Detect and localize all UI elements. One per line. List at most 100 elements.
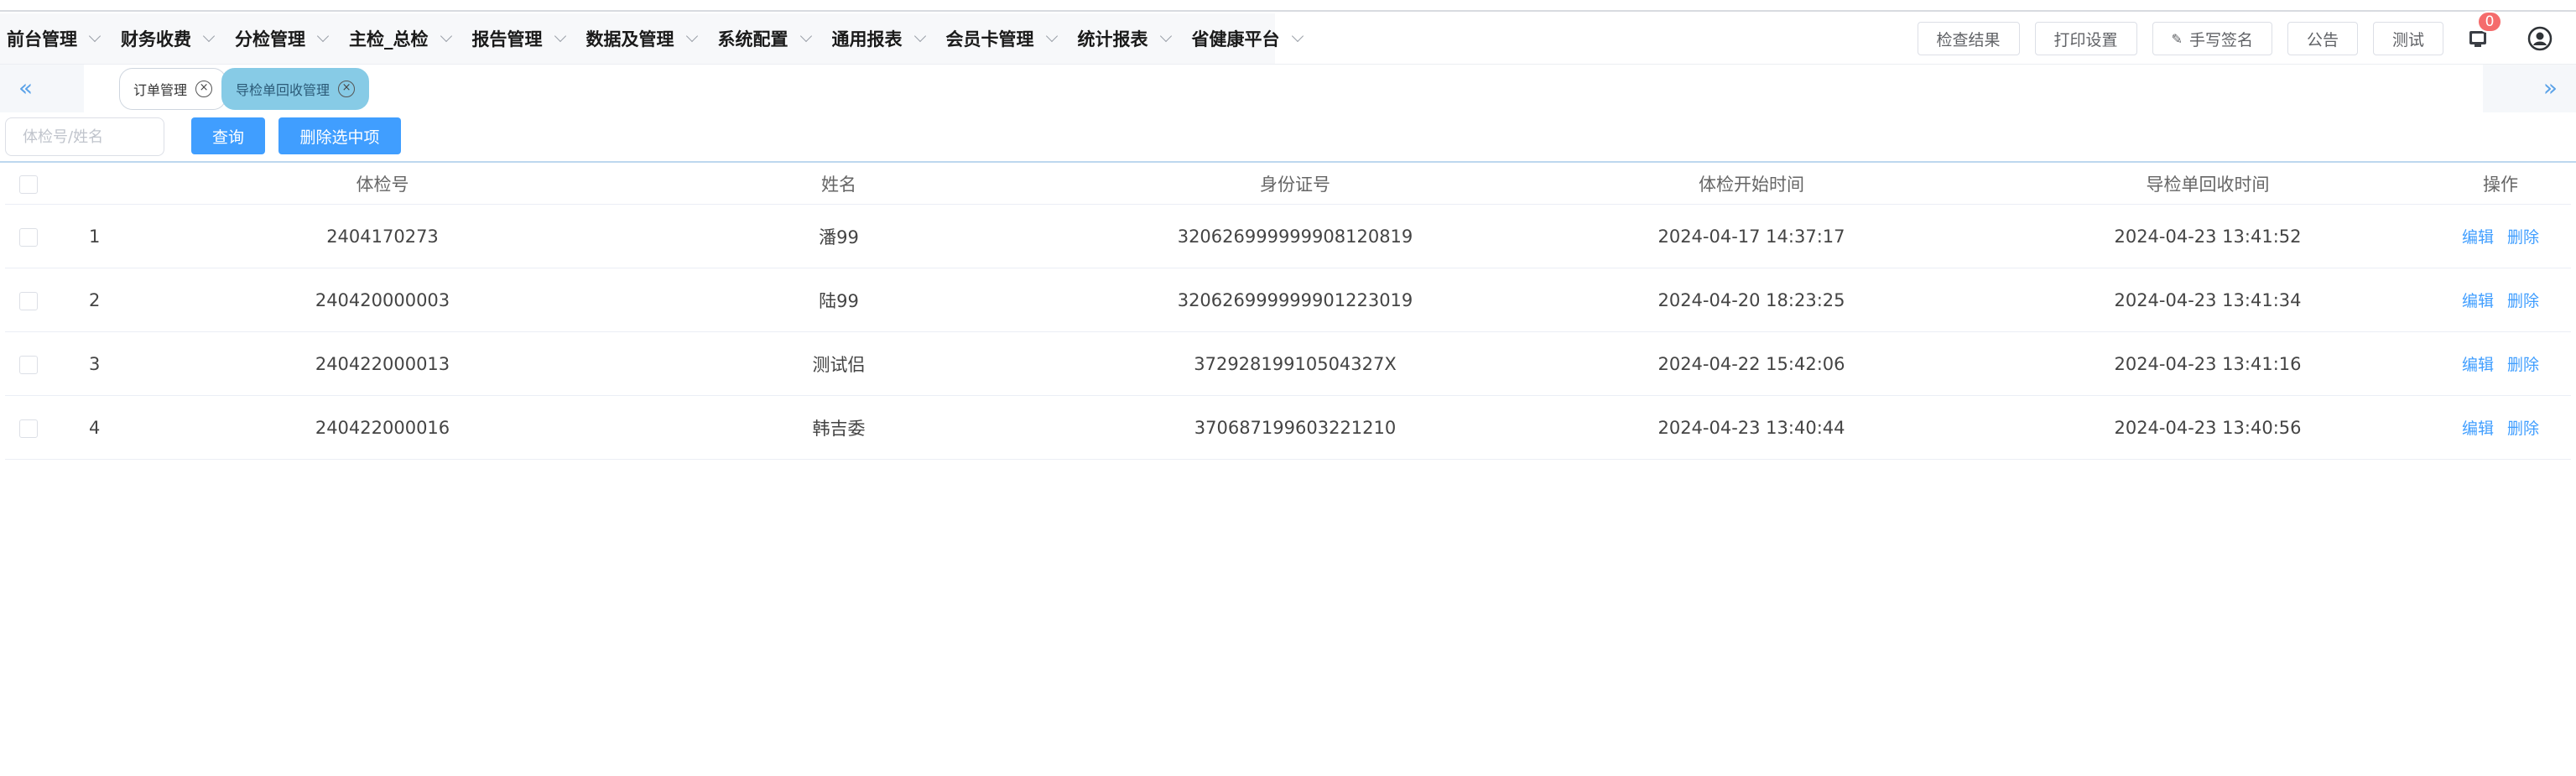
menu-item-finance[interactable]: 财务收费 <box>121 26 216 51</box>
row-checkbox[interactable] <box>18 227 39 247</box>
row-operations: 编辑 删除 <box>2446 225 2555 247</box>
row-checkbox[interactable] <box>18 354 39 374</box>
tabs-scroll-right-icon[interactable]: » <box>2543 76 2558 100</box>
row-operations: 编辑 删除 <box>2446 416 2555 439</box>
chevron-down-icon <box>1291 29 1304 43</box>
menu-item-provincial-platform[interactable]: 省健康平台 <box>1191 26 1304 51</box>
exam-start-time: 2024-04-22 15:42:06 <box>1657 353 1845 374</box>
menu-item-label: 系统配置 <box>717 29 788 49</box>
menu-item-label: 省健康平台 <box>1191 29 1280 49</box>
chevron-down-icon <box>202 29 216 43</box>
row-index: 1 <box>89 226 101 247</box>
column-header-operations: 操作 <box>2483 174 2518 195</box>
search-input[interactable] <box>5 117 164 156</box>
delete-link[interactable]: 删除 <box>2507 356 2539 374</box>
notification-badge: 0 <box>2477 11 2502 33</box>
menu-item-label: 会员卡管理 <box>945 29 1034 49</box>
chevron-down-icon <box>88 29 101 43</box>
table-row: 1 2404170273 潘99 320626999999908120819 2… <box>5 205 2571 268</box>
select-all-checkbox[interactable] <box>18 174 39 194</box>
table-row: 4 240422000016 韩吉委 370687199603221210 20… <box>5 396 2571 460</box>
chevron-down-icon <box>1045 29 1058 43</box>
patient-name: 陆99 <box>819 290 859 311</box>
exam-no: 2404170273 <box>326 226 439 247</box>
exam-no: 240420000003 <box>315 289 450 310</box>
test-button[interactable]: 测试 <box>2372 22 2443 55</box>
menu-item-common-report[interactable]: 通用报表 <box>831 26 926 51</box>
print-settings-button[interactable]: 打印设置 <box>2034 22 2137 55</box>
menu-item-main-check[interactable]: 主检_总检 <box>349 26 452 51</box>
edit-link[interactable]: 编辑 <box>2462 419 2494 438</box>
chevron-down-icon <box>554 29 566 43</box>
chevron-down-icon <box>685 29 698 43</box>
id-card-number: 320626999999908120819 <box>1177 226 1413 247</box>
menu-item-label: 主检_总检 <box>349 29 429 49</box>
column-header-name: 姓名 <box>821 174 856 195</box>
search-bar: 查询 删除选中项 <box>0 112 2576 161</box>
menu-item-member-card[interactable]: 会员卡管理 <box>945 26 1058 51</box>
handwrite-sign-label: 手写签名 <box>2188 30 2253 49</box>
tab-guide-sheet-recovery[interactable]: 导检单回收管理 × <box>221 68 370 110</box>
handwrite-sign-button[interactable]: ✎ 手写签名 <box>2152 22 2272 55</box>
menu-item-label: 前台管理 <box>7 29 77 49</box>
recovery-time: 2024-04-23 13:40:56 <box>2114 417 2302 438</box>
chevron-down-icon <box>1159 29 1172 43</box>
edit-link[interactable]: 编辑 <box>2462 292 2494 310</box>
tab-label: 导检单回收管理 <box>236 82 330 98</box>
close-icon[interactable]: × <box>338 81 356 97</box>
tab-label: 订单管理 <box>133 82 188 98</box>
row-index: 2 <box>89 289 101 310</box>
table-row: 3 240422000013 测试侣 37292819910504327X 20… <box>5 332 2571 396</box>
exam-start-time: 2024-04-20 18:23:25 <box>1657 289 1845 310</box>
menu-item-system[interactable]: 系统配置 <box>717 26 812 51</box>
menu-item-label: 通用报表 <box>831 29 903 49</box>
menu-item-label: 数据及管理 <box>585 29 674 49</box>
row-operations: 编辑 删除 <box>2446 352 2555 375</box>
delete-link[interactable]: 删除 <box>2507 292 2539 310</box>
header-actions: 检查结果 打印设置 ✎ 手写签名 公告 测试 0 <box>1902 11 2576 64</box>
patient-name: 测试侣 <box>812 354 866 375</box>
delete-selected-button[interactable]: 删除选中项 <box>278 117 401 154</box>
menu-item-sub-check[interactable]: 分检管理 <box>235 26 330 51</box>
column-header-start-time: 体检开始时间 <box>1699 174 1804 195</box>
notice-button[interactable]: 公告 <box>2287 22 2358 55</box>
top-border <box>0 0 2576 12</box>
recovery-time: 2024-04-23 13:41:52 <box>2114 226 2302 247</box>
tabs-track: 订单管理 × 导检单回收管理 × <box>84 65 2483 113</box>
edit-link[interactable]: 编辑 <box>2462 356 2494 374</box>
delete-link[interactable]: 删除 <box>2507 228 2539 247</box>
menu-item-label: 统计报表 <box>1077 29 1148 49</box>
notification-button[interactable]: 0 <box>2464 11 2502 53</box>
recovery-time: 2024-04-23 13:41:16 <box>2114 353 2302 374</box>
exam-start-time: 2024-04-17 14:37:17 <box>1657 226 1845 247</box>
column-header-recovery-time: 导检单回收时间 <box>2146 174 2270 195</box>
edit-link[interactable]: 编辑 <box>2462 228 2494 247</box>
id-card-number: 320626999999901223019 <box>1177 289 1413 310</box>
menu-item-statistics[interactable]: 统计报表 <box>1077 26 1172 51</box>
chevron-down-icon <box>913 29 926 43</box>
row-checkbox[interactable] <box>18 290 39 310</box>
close-icon[interactable]: × <box>195 81 213 97</box>
tab-order-management[interactable]: 订单管理 × <box>119 68 227 110</box>
row-checkbox[interactable] <box>18 418 39 438</box>
user-avatar-button[interactable] <box>2526 24 2554 53</box>
user-icon <box>2527 26 2553 51</box>
menu-item-data[interactable]: 数据及管理 <box>585 26 698 51</box>
tabs-scroll-left-icon[interactable]: « <box>18 76 33 100</box>
column-header-idcard: 身份证号 <box>1260 174 1330 195</box>
exam-start-time: 2024-04-23 13:40:44 <box>1657 417 1845 438</box>
menu-item-front-desk[interactable]: 前台管理 <box>7 26 101 51</box>
chevron-down-icon <box>799 29 812 43</box>
recovery-time: 2024-04-23 13:41:34 <box>2114 289 2302 310</box>
edit-icon: ✎ <box>2171 30 2183 47</box>
menu-item-report[interactable]: 报告管理 <box>472 26 566 51</box>
row-operations: 编辑 删除 <box>2446 289 2555 311</box>
id-card-number: 37292819910504327X <box>1194 353 1397 374</box>
exam-no: 240422000013 <box>315 353 450 374</box>
query-button[interactable]: 查询 <box>191 117 265 154</box>
main-menu: 前台管理 财务收费 分检管理 主检_总检 报告管理 数据及管理 系统配置 通用报… <box>0 13 1304 64</box>
check-result-button[interactable]: 检查结果 <box>1917 22 2020 55</box>
data-table: 体检号 姓名 身份证号 体检开始时间 导检单回收时间 操作 1 24041702… <box>5 163 2571 460</box>
delete-link[interactable]: 删除 <box>2507 419 2539 438</box>
id-card-number: 370687199603221210 <box>1194 417 1397 438</box>
